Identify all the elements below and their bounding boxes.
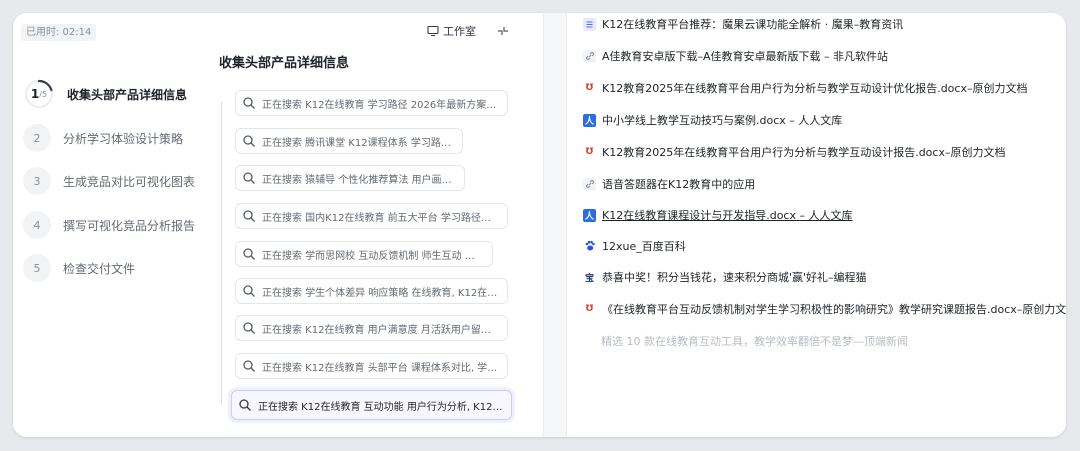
search-text: 正在搜索 国内K12在线教育 前五大平台 学习路径对比, K... xyxy=(262,212,499,224)
step-label: 撰写可视化竞品分析报告 xyxy=(63,218,196,233)
search-item[interactable]: 正在搜索 猿辅导 个性化推荐算法 用户画像维度 xyxy=(235,165,465,191)
result-item[interactable]: 人 中小学线上教学互动技巧与案例.docx – 人人文库 xyxy=(583,111,842,129)
panel-title: 收集头部产品详细信息 xyxy=(219,56,350,71)
result-item[interactable]: K12在线教育平台推荐：魔果云课功能全解析 · 魔果–教育资讯 xyxy=(583,15,903,33)
panel-divider xyxy=(566,13,567,437)
link-icon xyxy=(583,49,596,63)
docin-favicon-icon: Ʊ xyxy=(583,302,596,316)
result-title: A佳教育安卓版下载–A佳教育安卓最新版下载 – 非凡软件站 xyxy=(602,50,889,63)
result-title: K12教育2025年在线教育平台用户行为分析与教学互动设计报告.docx–原创力… xyxy=(602,146,1006,159)
result-item-faded[interactable]: 精选 10 款在线教育互动工具，教学效率翻倍不是梦—顶端新闻 xyxy=(601,333,908,349)
result-title: 恭喜中奖！积分当钱花，速来积分商城'赢'好礼–编程猫 xyxy=(602,271,867,284)
result-title: 中小学线上教学互动技巧与案例.docx – 人人文库 xyxy=(602,114,843,127)
result-title: K12教育2025年在线教育平台用户行为分析与教学互动设计优化报告.docx–原… xyxy=(602,82,1028,95)
search-icon xyxy=(243,322,255,334)
elapsed-timer: 已用时: 02:14 xyxy=(21,24,97,41)
result-item[interactable]: A佳教育安卓版下载–A佳教育安卓最新版下载 – 非凡软件站 xyxy=(583,47,888,65)
app-window: 已用时: 02:14 工作室 收集头部产品详细信息 1 /5 收集头部产品详细信… xyxy=(13,13,1066,437)
step-item-3[interactable]: 3 生成竞品对比可视化图表 xyxy=(23,166,195,196)
renrendoc-favicon-icon: 人 xyxy=(583,113,596,127)
result-item[interactable]: 12xue_百度百科 xyxy=(583,237,686,255)
task-panel: 已用时: 02:14 工作室 收集头部产品详细信息 1 /5 收集头部产品详细信… xyxy=(13,13,543,437)
search-item[interactable]: 正在搜索 学生个体差异 响应策略 在线教育, K12在线教... xyxy=(235,278,508,304)
list-favicon-icon xyxy=(583,17,596,31)
step-number: 2 xyxy=(23,124,51,152)
search-text: 正在搜索 K12在线教育 互动功能 用户行为分析, K12在线... xyxy=(258,401,503,413)
result-title: K12在线教育平台推荐：魔果云课功能全解析 · 魔果–教育资讯 xyxy=(602,18,904,31)
result-title: 语音答题器在K12教育中的应用 xyxy=(602,178,756,191)
step-label: 生成竞品对比可视化图表 xyxy=(63,174,196,189)
step-number: 5 xyxy=(23,254,51,282)
result-item[interactable]: 语音答题器在K12教育中的应用 xyxy=(583,175,755,193)
search-text: 正在搜索 腾讯课堂 K12课程体系 学习路径规划 xyxy=(262,137,454,149)
search-item[interactable]: 正在搜索 国内K12在线教育 前五大平台 学习路径对比, K... xyxy=(235,203,508,229)
search-text: 正在搜索 K12在线教育 学习路径 2026年最新方案, K12... xyxy=(262,99,499,111)
search-item-active[interactable]: 正在搜索 K12在线教育 互动功能 用户行为分析, K12在线... xyxy=(231,390,512,420)
search-icon xyxy=(243,360,255,372)
search-text: 正在搜索 学生个体差异 响应策略 在线教育, K12在线教... xyxy=(262,287,499,299)
result-item[interactable]: Ʊ K12教育2025年在线教育平台用户行为分析与教学互动设计优化报告.docx… xyxy=(583,79,1027,97)
step-item-2[interactable]: 2 分析学习体验设计策略 xyxy=(23,123,183,153)
workspace-label: 工作室 xyxy=(443,25,476,38)
step-number: 3 xyxy=(23,167,51,195)
search-text: 正在搜索 K12在线教育 头部平台 课程体系对比, 学而思... xyxy=(262,362,499,374)
search-icon xyxy=(243,210,255,222)
result-item[interactable]: Ʊ K12教育2025年在线教育平台用户行为分析与教学互动设计报告.docx–原… xyxy=(583,143,1005,161)
result-item[interactable]: 人 K12在线教育课程设计与开发指导.docx – 人人文库 xyxy=(583,206,852,224)
monitor-icon xyxy=(427,25,439,37)
search-text: 正在搜索 K12在线教育 用户满意度 月活跃用户留存率 ... xyxy=(262,324,499,336)
step-item-1[interactable]: 1/5 收集头部产品详细信息 xyxy=(23,79,187,109)
result-item[interactable]: Ʊ 《在线教育平台互动反馈机制对学生学习积极性的影响研究》教学研究课题报告.do… xyxy=(583,300,1066,318)
search-text: 正在搜索 猿辅导 个性化推荐算法 用户画像维度 xyxy=(262,174,456,186)
search-icon xyxy=(243,172,255,184)
search-item[interactable]: 正在搜索 K12在线教育 头部平台 课程体系对比, 学而思... xyxy=(235,353,508,379)
search-icon xyxy=(243,97,255,109)
step-label: 收集头部产品详细信息 xyxy=(67,87,188,102)
search-item[interactable]: 正在搜索 K12在线教育 用户满意度 月活跃用户留存率 ... xyxy=(235,315,508,341)
search-icon xyxy=(243,248,255,260)
search-icon xyxy=(243,285,255,297)
result-title: K12在线教育课程设计与开发指导.docx – 人人文库 xyxy=(602,209,853,222)
codemao-favicon-icon: 宝 xyxy=(583,270,596,284)
progress-current: 1 xyxy=(30,87,40,101)
progress-total: /5 xyxy=(39,89,48,99)
docin-favicon-icon: Ʊ xyxy=(583,81,596,95)
step-label: 分析学习体验设计策略 xyxy=(63,131,184,146)
collapse-button[interactable] xyxy=(493,21,513,41)
search-icon xyxy=(243,135,255,147)
search-tree-line xyxy=(221,101,222,404)
link-icon xyxy=(583,177,596,191)
result-item[interactable]: 宝 恭喜中奖！积分当钱花，速来积分商城'赢'好礼–编程猫 xyxy=(583,268,867,286)
panel-gutter xyxy=(544,13,566,437)
docin-favicon-icon: Ʊ xyxy=(583,145,596,159)
search-icon xyxy=(239,399,251,411)
result-title: 12xue_百度百科 xyxy=(602,240,686,253)
workspace-button[interactable]: 工作室 xyxy=(427,21,476,41)
step-progress-ring: 1/5 xyxy=(23,78,55,110)
collapse-arrows-icon xyxy=(498,27,508,35)
search-text: 正在搜索 学而思网校 互动反馈机制 师生互动 同学互动 xyxy=(262,250,484,262)
baidu-paw-icon xyxy=(583,239,596,253)
step-number: 4 xyxy=(23,211,51,239)
step-item-4[interactable]: 4 撰写可视化竞品分析报告 xyxy=(23,210,195,240)
renrendoc-favicon-icon: 人 xyxy=(583,208,596,222)
search-item[interactable]: 正在搜索 腾讯课堂 K12课程体系 学习路径规划 xyxy=(235,128,463,154)
step-item-5[interactable]: 5 检查交付文件 xyxy=(23,253,135,283)
search-item[interactable]: 正在搜索 学而思网校 互动反馈机制 师生互动 同学互动 xyxy=(235,241,493,267)
search-item[interactable]: 正在搜索 K12在线教育 学习路径 2026年最新方案, K12... xyxy=(235,90,508,116)
result-title: 《在线教育平台互动反馈机制对学生学习积极性的影响研究》教学研究课题报告.docx… xyxy=(602,303,1066,316)
step-label: 检查交付文件 xyxy=(63,261,136,276)
